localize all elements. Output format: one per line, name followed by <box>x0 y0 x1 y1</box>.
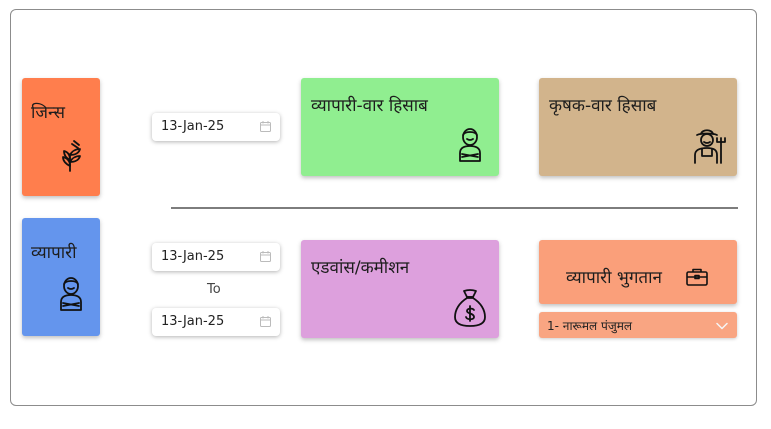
briefcase-icon <box>686 268 708 286</box>
single-date-field[interactable]: 13-Jan-25 <box>152 113 280 141</box>
vyapari-select-value: 1- नारूमल पंजुमल <box>547 319 633 333</box>
vyapari-war-hisab-tile[interactable]: व्यापारी-वार हिसाब <box>301 78 499 176</box>
single-date-value: 13-Jan-25 <box>161 119 225 134</box>
to-date-field[interactable]: 13-Jan-25 <box>152 308 280 336</box>
vyapari-tile[interactable]: व्यापारी <box>22 218 100 336</box>
vyapari-bhugtan-tile[interactable]: व्यापारी भुगतान <box>539 240 737 304</box>
vyapari-select[interactable]: 1- नारूमल पंजुमल <box>539 312 737 338</box>
calendar-icon[interactable] <box>260 251 271 266</box>
person-arms-crossed-icon <box>57 276 85 312</box>
person-arms-crossed-icon <box>456 126 484 164</box>
farmer-icon <box>692 126 726 164</box>
krishak-war-hisab-tile[interactable]: कृषक-वार हिसाब <box>539 78 737 176</box>
jins-label: जिन्स <box>31 103 65 123</box>
chevron-down-icon[interactable] <box>716 319 728 333</box>
vyapari-bhugtan-label: व्यापारी भुगतान <box>566 268 662 288</box>
advance-commission-label: एडवांस/कमीशन <box>311 258 410 278</box>
jins-tile[interactable]: जिन्स <box>22 78 100 196</box>
wheat-icon <box>58 138 84 172</box>
to-label: To <box>207 282 221 297</box>
calendar-icon[interactable] <box>260 316 271 331</box>
from-date-field[interactable]: 13-Jan-25 <box>152 243 280 271</box>
krishak-war-hisab-label: कृषक-वार हिसाब <box>549 96 657 116</box>
section-divider <box>171 207 738 209</box>
to-date-value: 13-Jan-25 <box>161 314 225 329</box>
from-date-value: 13-Jan-25 <box>161 249 225 264</box>
calendar-icon[interactable] <box>260 121 271 136</box>
advance-commission-tile[interactable]: एडवांस/कमीशन <box>301 240 499 338</box>
vyapari-label: व्यापारी <box>31 243 77 263</box>
vyapari-war-hisab-label: व्यापारी-वार हिसाब <box>311 96 428 116</box>
money-bag-icon <box>453 288 487 328</box>
